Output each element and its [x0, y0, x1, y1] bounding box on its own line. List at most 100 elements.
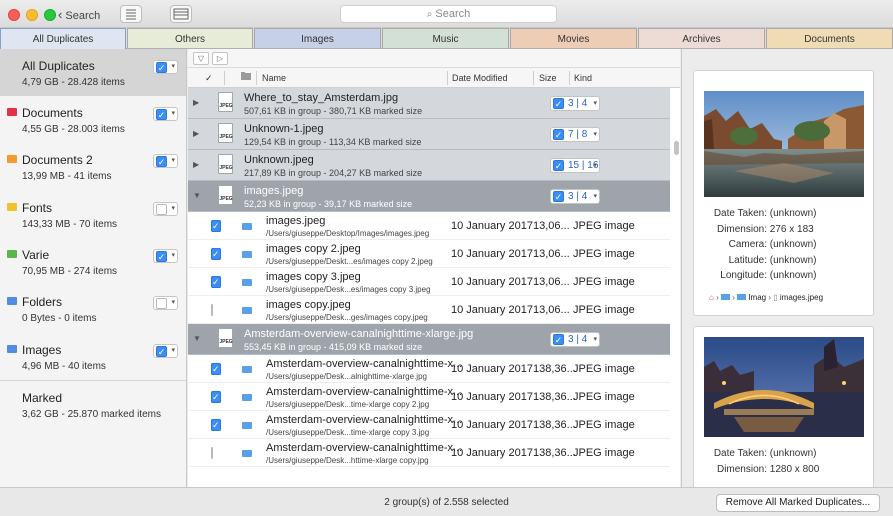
- path-file[interactable]: images.jpeg: [780, 293, 823, 302]
- file-row[interactable]: images copy.jpeg/Users/giuseppe/Desk...g…: [188, 296, 670, 324]
- checkbox-checked[interactable]: ✓: [156, 62, 167, 73]
- sidebar-item-folders[interactable]: Folders 0 Bytes - 0 items ▾: [0, 285, 186, 332]
- search-input[interactable]: ⌕ Search: [340, 5, 557, 23]
- sidebar-item-checkbox[interactable]: ✓ ▾: [153, 107, 178, 121]
- metadata-key: Dimension:: [716, 463, 767, 475]
- sidebar-item-marked[interactable]: Marked 3,62 GB - 25.870 marked items: [0, 380, 186, 427]
- tab-all-duplicates[interactable]: All Duplicates: [0, 28, 126, 49]
- scrollbar-thumb[interactable]: [674, 141, 679, 155]
- sidebar-item-documents[interactable]: Documents 4,55 GB - 28.003 items ✓ ▾: [0, 96, 186, 143]
- list-view-button[interactable]: [120, 5, 142, 23]
- sidebar: All Duplicates 4,79 GB - 28.428 items ✓ ▾ Do…: [0, 49, 187, 487]
- tab-others[interactable]: Others: [127, 28, 253, 48]
- checkbox-checked[interactable]: ✓: [553, 98, 564, 109]
- checkbox-checked[interactable]: ✓: [553, 129, 564, 140]
- file-checkbox[interactable]: ✓: [211, 276, 221, 288]
- file-checkbox[interactable]: ✓: [211, 391, 221, 403]
- path-folder[interactable]: Imag: [748, 293, 766, 302]
- group-mark-counter[interactable]: ✓ 3 | 4 ▾: [550, 189, 600, 204]
- group-row[interactable]: ▶ JPEG Unknown.jpeg 217,89 KB in group - 20…: [188, 150, 670, 181]
- group-mark-counter[interactable]: ✓ 3 | 4 ▾: [550, 332, 600, 347]
- folder-icon: [7, 108, 17, 116]
- checkbox-checked[interactable]: ✓: [553, 191, 564, 202]
- file-kind: JPEG image: [573, 276, 635, 288]
- file-row[interactable]: ✓ images copy 2.jpeg/Users/giuseppe/Deskt…: [188, 240, 670, 268]
- checkbox-unchecked[interactable]: [211, 447, 213, 459]
- sidebar-item-documents-2[interactable]: Documents 2 13,99 MB - 41 items ✓ ▾: [0, 143, 186, 190]
- file-row[interactable]: ✓ Amsterdam-overview-canalnighttime-x... /…: [188, 355, 670, 383]
- tab-archives[interactable]: Archives: [638, 28, 765, 48]
- column-size-header[interactable]: Size: [539, 73, 557, 83]
- metadata-row: Dimension: 1280 x 800: [694, 464, 819, 475]
- file-row[interactable]: ✓ Amsterdam-overview-canalnighttime-x... /…: [188, 411, 670, 439]
- zoom-window-button[interactable]: [44, 9, 56, 21]
- sidebar-item-all-duplicates[interactable]: All Duplicates 4,79 GB - 28.428 items ✓ ▾: [0, 49, 186, 96]
- sidebar-item-checkbox[interactable]: ▾: [153, 296, 178, 310]
- table-view-button[interactable]: [170, 5, 192, 23]
- metadata-row: Date Taken: (unknown): [694, 448, 817, 459]
- file-row[interactable]: ✓ images copy 3.jpeg/Users/giuseppe/Desk.…: [188, 268, 670, 296]
- close-window-button[interactable]: [8, 9, 20, 21]
- checkbox-checked[interactable]: ✓: [211, 391, 221, 403]
- group-row[interactable]: ▶ JPEG Where_to_stay_Amsterdam.jpg 507,61 K…: [188, 88, 670, 119]
- checkbox-unchecked[interactable]: [156, 204, 167, 215]
- sidebar-item-images[interactable]: Images 4,96 MB - 40 items ✓ ▾: [0, 333, 186, 380]
- column-name-header[interactable]: Name: [262, 73, 286, 83]
- checkbox-unchecked[interactable]: [211, 304, 213, 316]
- group-mark-counter[interactable]: ✓ 15 | 16 ▾: [550, 158, 600, 173]
- file-checkbox[interactable]: [211, 304, 213, 316]
- sidebar-item-checkbox[interactable]: ✓ ▾: [153, 249, 178, 263]
- checkbox-checked[interactable]: ✓: [553, 160, 564, 171]
- checkbox-unchecked[interactable]: [156, 298, 167, 309]
- group-mark-counter[interactable]: ✓ 3 | 4 ▾: [550, 96, 600, 111]
- checkbox-checked[interactable]: ✓: [211, 276, 221, 288]
- group-row[interactable]: ▼ JPEG images.jpeg 52,23 KB in group - 39,1…: [188, 181, 670, 212]
- file-checkbox[interactable]: ✓: [211, 419, 221, 431]
- tab-music[interactable]: Music: [382, 28, 509, 48]
- disclosure-right-icon[interactable]: ▶: [193, 160, 199, 169]
- checkbox-checked[interactable]: ✓: [211, 419, 221, 431]
- column-kind-header[interactable]: Kind: [574, 73, 592, 83]
- chevron-down-icon: ▾: [171, 299, 175, 306]
- checkbox-checked[interactable]: ✓: [156, 346, 167, 357]
- expand-all-button[interactable]: ▷: [212, 52, 228, 65]
- tab-documents[interactable]: Documents: [766, 28, 893, 48]
- disclosure-right-icon[interactable]: ▶: [193, 98, 199, 107]
- column-date-header[interactable]: Date Modified: [452, 73, 508, 83]
- file-checkbox[interactable]: [211, 447, 213, 459]
- sidebar-item-checkbox[interactable]: ✓ ▾: [153, 60, 178, 74]
- tab-images[interactable]: Images: [254, 28, 381, 48]
- file-checkbox[interactable]: ✓: [211, 220, 221, 232]
- checkbox-checked[interactable]: ✓: [211, 363, 221, 375]
- checkbox-checked[interactable]: ✓: [553, 334, 564, 345]
- sidebar-item-checkbox[interactable]: ▾: [153, 202, 178, 216]
- back-button[interactable]: ‹ Search: [58, 7, 100, 22]
- sidebar-item-varie[interactable]: Varie 70,95 MB - 274 items ✓ ▾: [0, 238, 186, 285]
- tab-movies[interactable]: Movies: [510, 28, 637, 48]
- file-name: Amsterdam-overview-canalnighttime-x...: [266, 386, 463, 398]
- file-size: 138,36...: [533, 447, 576, 459]
- disclosure-down-icon[interactable]: ▼: [193, 191, 201, 200]
- group-row[interactable]: ▶ JPEG Unknown-1.jpeg 129,54 KB in group - …: [188, 119, 670, 150]
- sidebar-item-fonts[interactable]: Fonts 143,33 MB - 70 items ▾: [0, 191, 186, 238]
- minimize-window-button[interactable]: [26, 9, 38, 21]
- file-row[interactable]: ✓ images.jpeg/Users/giuseppe/Desktop/Imag…: [188, 212, 670, 240]
- checkbox-checked[interactable]: ✓: [211, 248, 221, 260]
- file-checkbox[interactable]: ✓: [211, 363, 221, 375]
- group-mark-counter[interactable]: ✓ 7 | 8 ▾: [550, 127, 600, 142]
- checkbox-checked[interactable]: ✓: [156, 109, 167, 120]
- checkbox-checked[interactable]: ✓: [211, 220, 221, 232]
- remove-marked-button[interactable]: Remove All Marked Duplicates...: [716, 494, 880, 512]
- checkbox-checked[interactable]: ✓: [156, 156, 167, 167]
- sidebar-item-checkbox[interactable]: ✓ ▾: [153, 154, 178, 168]
- checkbox-checked[interactable]: ✓: [156, 251, 167, 262]
- disclosure-right-icon[interactable]: ▶: [193, 129, 199, 138]
- file-row[interactable]: ✓ Amsterdam-overview-canalnighttime-x... /…: [188, 383, 670, 411]
- column-check-header[interactable]: ✓: [205, 73, 213, 84]
- file-checkbox[interactable]: ✓: [211, 248, 221, 260]
- disclosure-down-icon[interactable]: ▼: [193, 334, 201, 343]
- group-row[interactable]: ▼ JPEG Amsterdam-overview-canalnighttime-x…: [188, 324, 670, 355]
- sidebar-item-checkbox[interactable]: ✓ ▾: [153, 344, 178, 358]
- file-row[interactable]: Amsterdam-overview-canalnighttime-x... /U…: [188, 439, 670, 467]
- collapse-all-button[interactable]: ▽: [193, 52, 209, 65]
